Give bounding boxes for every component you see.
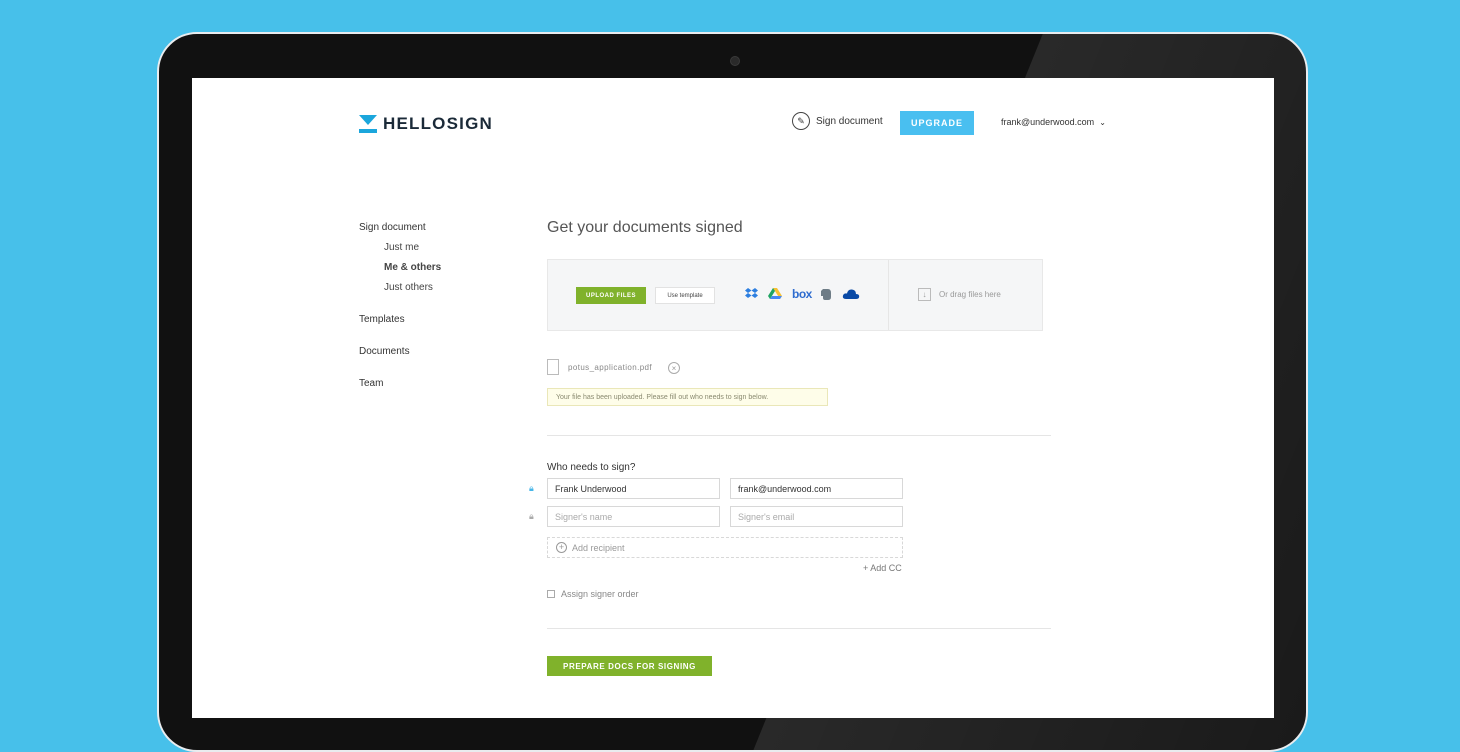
signer-email-input[interactable] xyxy=(730,506,903,527)
logo-text: HELLOSIGN xyxy=(383,114,493,133)
app-screen: HELLOSIGN ✎ Sign document UPGRADE frank@… xyxy=(192,78,1274,718)
add-recipient-button[interactable]: + Add recipient xyxy=(547,537,903,558)
sidebar-item-sign-document[interactable]: Sign document xyxy=(359,222,426,233)
remove-file-icon[interactable]: × xyxy=(668,362,680,374)
signers-heading: Who needs to sign? xyxy=(547,462,636,473)
page-title: Get your documents signed xyxy=(547,219,743,236)
uploaded-file-name: potus_application.pdf xyxy=(568,363,653,372)
use-template-button[interactable]: Use template xyxy=(655,287,715,304)
drag-files-label: Or drag files here xyxy=(939,290,1001,299)
sidebar-item-me-and-others[interactable]: Me & others xyxy=(384,262,441,273)
chevron-down-icon: ⌄ xyxy=(1099,117,1106,127)
dropbox-icon[interactable] xyxy=(745,288,758,300)
section-divider xyxy=(547,435,1051,436)
plus-circle-icon: + xyxy=(556,542,567,553)
sign-document-link[interactable]: ✎ Sign document xyxy=(792,112,883,130)
hellosign-logo-icon xyxy=(359,115,377,133)
prepare-docs-button[interactable]: PREPARE DOCS FOR SIGNING xyxy=(547,656,712,676)
onedrive-icon[interactable] xyxy=(842,288,860,300)
section-divider xyxy=(547,628,1051,629)
lock-icon[interactable]: 🔒︎ xyxy=(529,511,539,521)
upload-panel: UPLOAD FILES Use template box ↓ Or drag … xyxy=(547,259,1043,331)
google-drive-icon[interactable] xyxy=(768,288,782,300)
signer-name-input[interactable] xyxy=(547,478,720,499)
assign-signer-order-checkbox[interactable]: Assign signer order xyxy=(547,589,639,599)
lock-icon[interactable]: 🔒︎ xyxy=(529,483,539,493)
camera-icon xyxy=(730,56,740,66)
upgrade-button[interactable]: UPGRADE xyxy=(900,111,974,135)
sidebar-item-just-others[interactable]: Just others xyxy=(384,282,433,293)
sidebar-item-team[interactable]: Team xyxy=(359,378,383,389)
checkbox-icon xyxy=(547,590,555,598)
hellosign-logo[interactable]: HELLOSIGN xyxy=(359,114,493,134)
add-cc-link[interactable]: + Add CC xyxy=(863,563,902,573)
signer-name-input[interactable] xyxy=(547,506,720,527)
box-icon[interactable]: box xyxy=(792,287,812,301)
sign-document-label: Sign document xyxy=(816,115,883,127)
signer-email-input[interactable] xyxy=(730,478,903,499)
sidebar-item-documents[interactable]: Documents xyxy=(359,346,410,357)
download-arrow-icon: ↓ xyxy=(918,288,931,301)
file-icon xyxy=(547,359,559,375)
user-email: frank@underwood.com xyxy=(1001,117,1095,127)
upload-notice: Your file has been uploaded. Please fill… xyxy=(547,388,828,406)
sidebar-item-just-me[interactable]: Just me xyxy=(384,242,419,253)
sidebar-item-templates[interactable]: Templates xyxy=(359,314,405,325)
upload-divider xyxy=(888,260,889,330)
pen-icon: ✎ xyxy=(792,112,810,130)
add-recipient-label: Add recipient xyxy=(572,542,625,553)
assign-signer-order-label: Assign signer order xyxy=(561,589,639,599)
upload-files-button[interactable]: UPLOAD FILES xyxy=(576,287,646,304)
evernote-icon[interactable] xyxy=(821,288,831,300)
user-menu[interactable]: frank@underwood.com ⌄ xyxy=(1001,117,1106,127)
